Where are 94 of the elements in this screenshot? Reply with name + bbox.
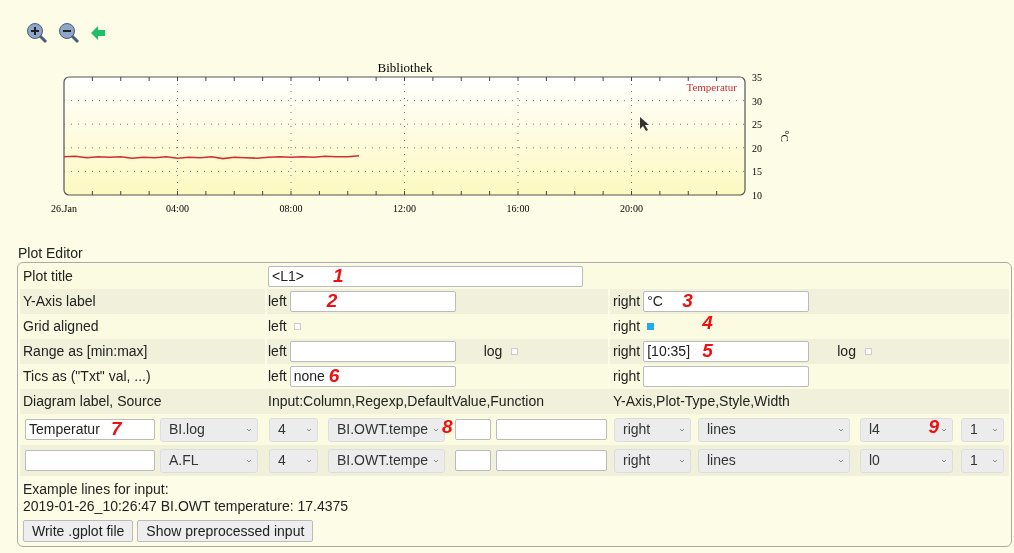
title-field[interactable]: <L1> 1 [268, 266, 583, 287]
plot-type-select[interactable]: lines [698, 417, 850, 442]
width-select[interactable]: 1 [961, 417, 1004, 442]
side-label: right [613, 367, 641, 386]
source-select[interactable]: BI.log [160, 417, 258, 442]
caret-icon [992, 427, 998, 432]
axis-select[interactable]: right [614, 417, 691, 442]
text-field[interactable]: [10:35] 5 [643, 341, 810, 362]
caret-icon [433, 427, 439, 432]
column-select[interactable]: 4 [269, 417, 318, 442]
caret-icon [246, 427, 252, 432]
style-select[interactable]: l0 [860, 448, 953, 473]
action-button[interactable]: Show preprocessed input [137, 520, 314, 542]
side-label: left [268, 342, 287, 361]
side-label: left [268, 367, 287, 386]
y-tick-label: 15 [752, 166, 762, 178]
function-field[interactable] [496, 419, 607, 440]
legend-label: Temperatur [686, 81, 737, 93]
plot-type-select[interactable]: lines [698, 448, 850, 473]
annotation-number: 4 [702, 311, 713, 335]
side-label: right [613, 292, 641, 311]
log-label: log [837, 342, 856, 361]
action-button[interactable]: Write .gplot file [23, 520, 134, 542]
caret-icon [306, 427, 312, 432]
annotation-number: 3 [682, 289, 693, 313]
x-tick-label: 16:00 [506, 203, 530, 214]
column-header: Y-Axis,Plot-Type,Style,Width [612, 392, 791, 411]
annotation-number: 5 [702, 339, 713, 363]
back-arrow-icon[interactable] [90, 25, 106, 41]
zoom-out-icon[interactable] [58, 22, 80, 44]
annotation-number: 1 [333, 264, 344, 288]
x-tick-label: 12:00 [393, 203, 416, 214]
row-label: Grid aligned [22, 317, 100, 336]
section-title: Plot Editor [18, 244, 84, 262]
annotation-number: 9 [928, 414, 939, 439]
function-field[interactable] [496, 450, 607, 471]
checkbox[interactable] [647, 323, 655, 330]
x-tick-label: 08:00 [279, 203, 303, 214]
text-field[interactable]: 2 [289, 291, 456, 312]
column-header: Input:Column,Regexp,DefaultValue,Function [267, 392, 545, 411]
y-axis-label: °C [779, 130, 791, 142]
regexp-select[interactable]: BI.OWT.tempe [328, 448, 445, 473]
label-field[interactable]: Temperatur 7 [25, 419, 155, 440]
cursor-icon [640, 117, 649, 131]
chart-title: Bibliothek [377, 60, 433, 75]
annotation-number: 8 [442, 414, 453, 439]
checkbox[interactable] [293, 323, 301, 330]
y-tick-label: 25 [752, 119, 762, 131]
example-line: 2019-01-26_10:26:47 BI.OWT temperature: 17.4375 [22, 498, 350, 515]
annotation-number: 7 [111, 417, 122, 441]
default-field[interactable] [455, 450, 491, 471]
caret-icon [941, 427, 947, 432]
text-field[interactable]: °C 3 [643, 291, 810, 312]
text-field[interactable] [289, 341, 456, 362]
row-label: Plot title [22, 267, 74, 286]
example-heading: Example lines for input: [22, 481, 170, 498]
caret-icon [992, 458, 998, 463]
y-tick-label: 35 [752, 72, 762, 83]
annotation-number: 6 [328, 364, 340, 388]
text-field[interactable] [643, 366, 810, 387]
y-tick-label: 30 [752, 95, 762, 107]
checkbox[interactable] [864, 348, 872, 355]
caret-icon [679, 458, 685, 463]
row-label: Tics as ("Txt" val, ...) [22, 367, 152, 386]
checkbox[interactable] [511, 348, 519, 355]
caret-icon [679, 427, 685, 432]
y-tick-label: 20 [752, 142, 762, 154]
caret-icon [941, 458, 947, 463]
caret-icon [246, 458, 252, 463]
annotation-number: 2 [326, 289, 338, 313]
column-select[interactable]: 4 [269, 448, 318, 473]
caret-icon [838, 427, 844, 432]
source-select[interactable]: A.FL [160, 448, 258, 473]
row-label: Y-Axis label [22, 292, 97, 311]
side-label: right [613, 317, 641, 336]
default-field[interactable] [455, 419, 491, 440]
side-label: left [268, 317, 287, 336]
axis-select[interactable]: right [614, 448, 691, 473]
caret-icon [433, 458, 439, 463]
zoom-in-icon[interactable] [26, 22, 48, 44]
x-tick-label: 04:00 [166, 203, 189, 214]
y-tick-label: 10 [752, 190, 762, 201]
x-tick-label: 20:00 [620, 203, 643, 214]
x-tick-label: 26.Jan [51, 203, 77, 214]
side-label: left [268, 292, 287, 311]
column-header: Diagram label, Source [22, 392, 163, 411]
row-label: Range as [min:max] [22, 342, 149, 361]
side-label: right [613, 342, 641, 361]
log-label: log [483, 342, 503, 361]
width-select[interactable]: 1 [961, 448, 1004, 473]
text-field[interactable]: none 6 [289, 366, 456, 387]
caret-icon [838, 458, 844, 463]
label-field[interactable] [25, 450, 155, 471]
caret-icon [306, 458, 312, 463]
